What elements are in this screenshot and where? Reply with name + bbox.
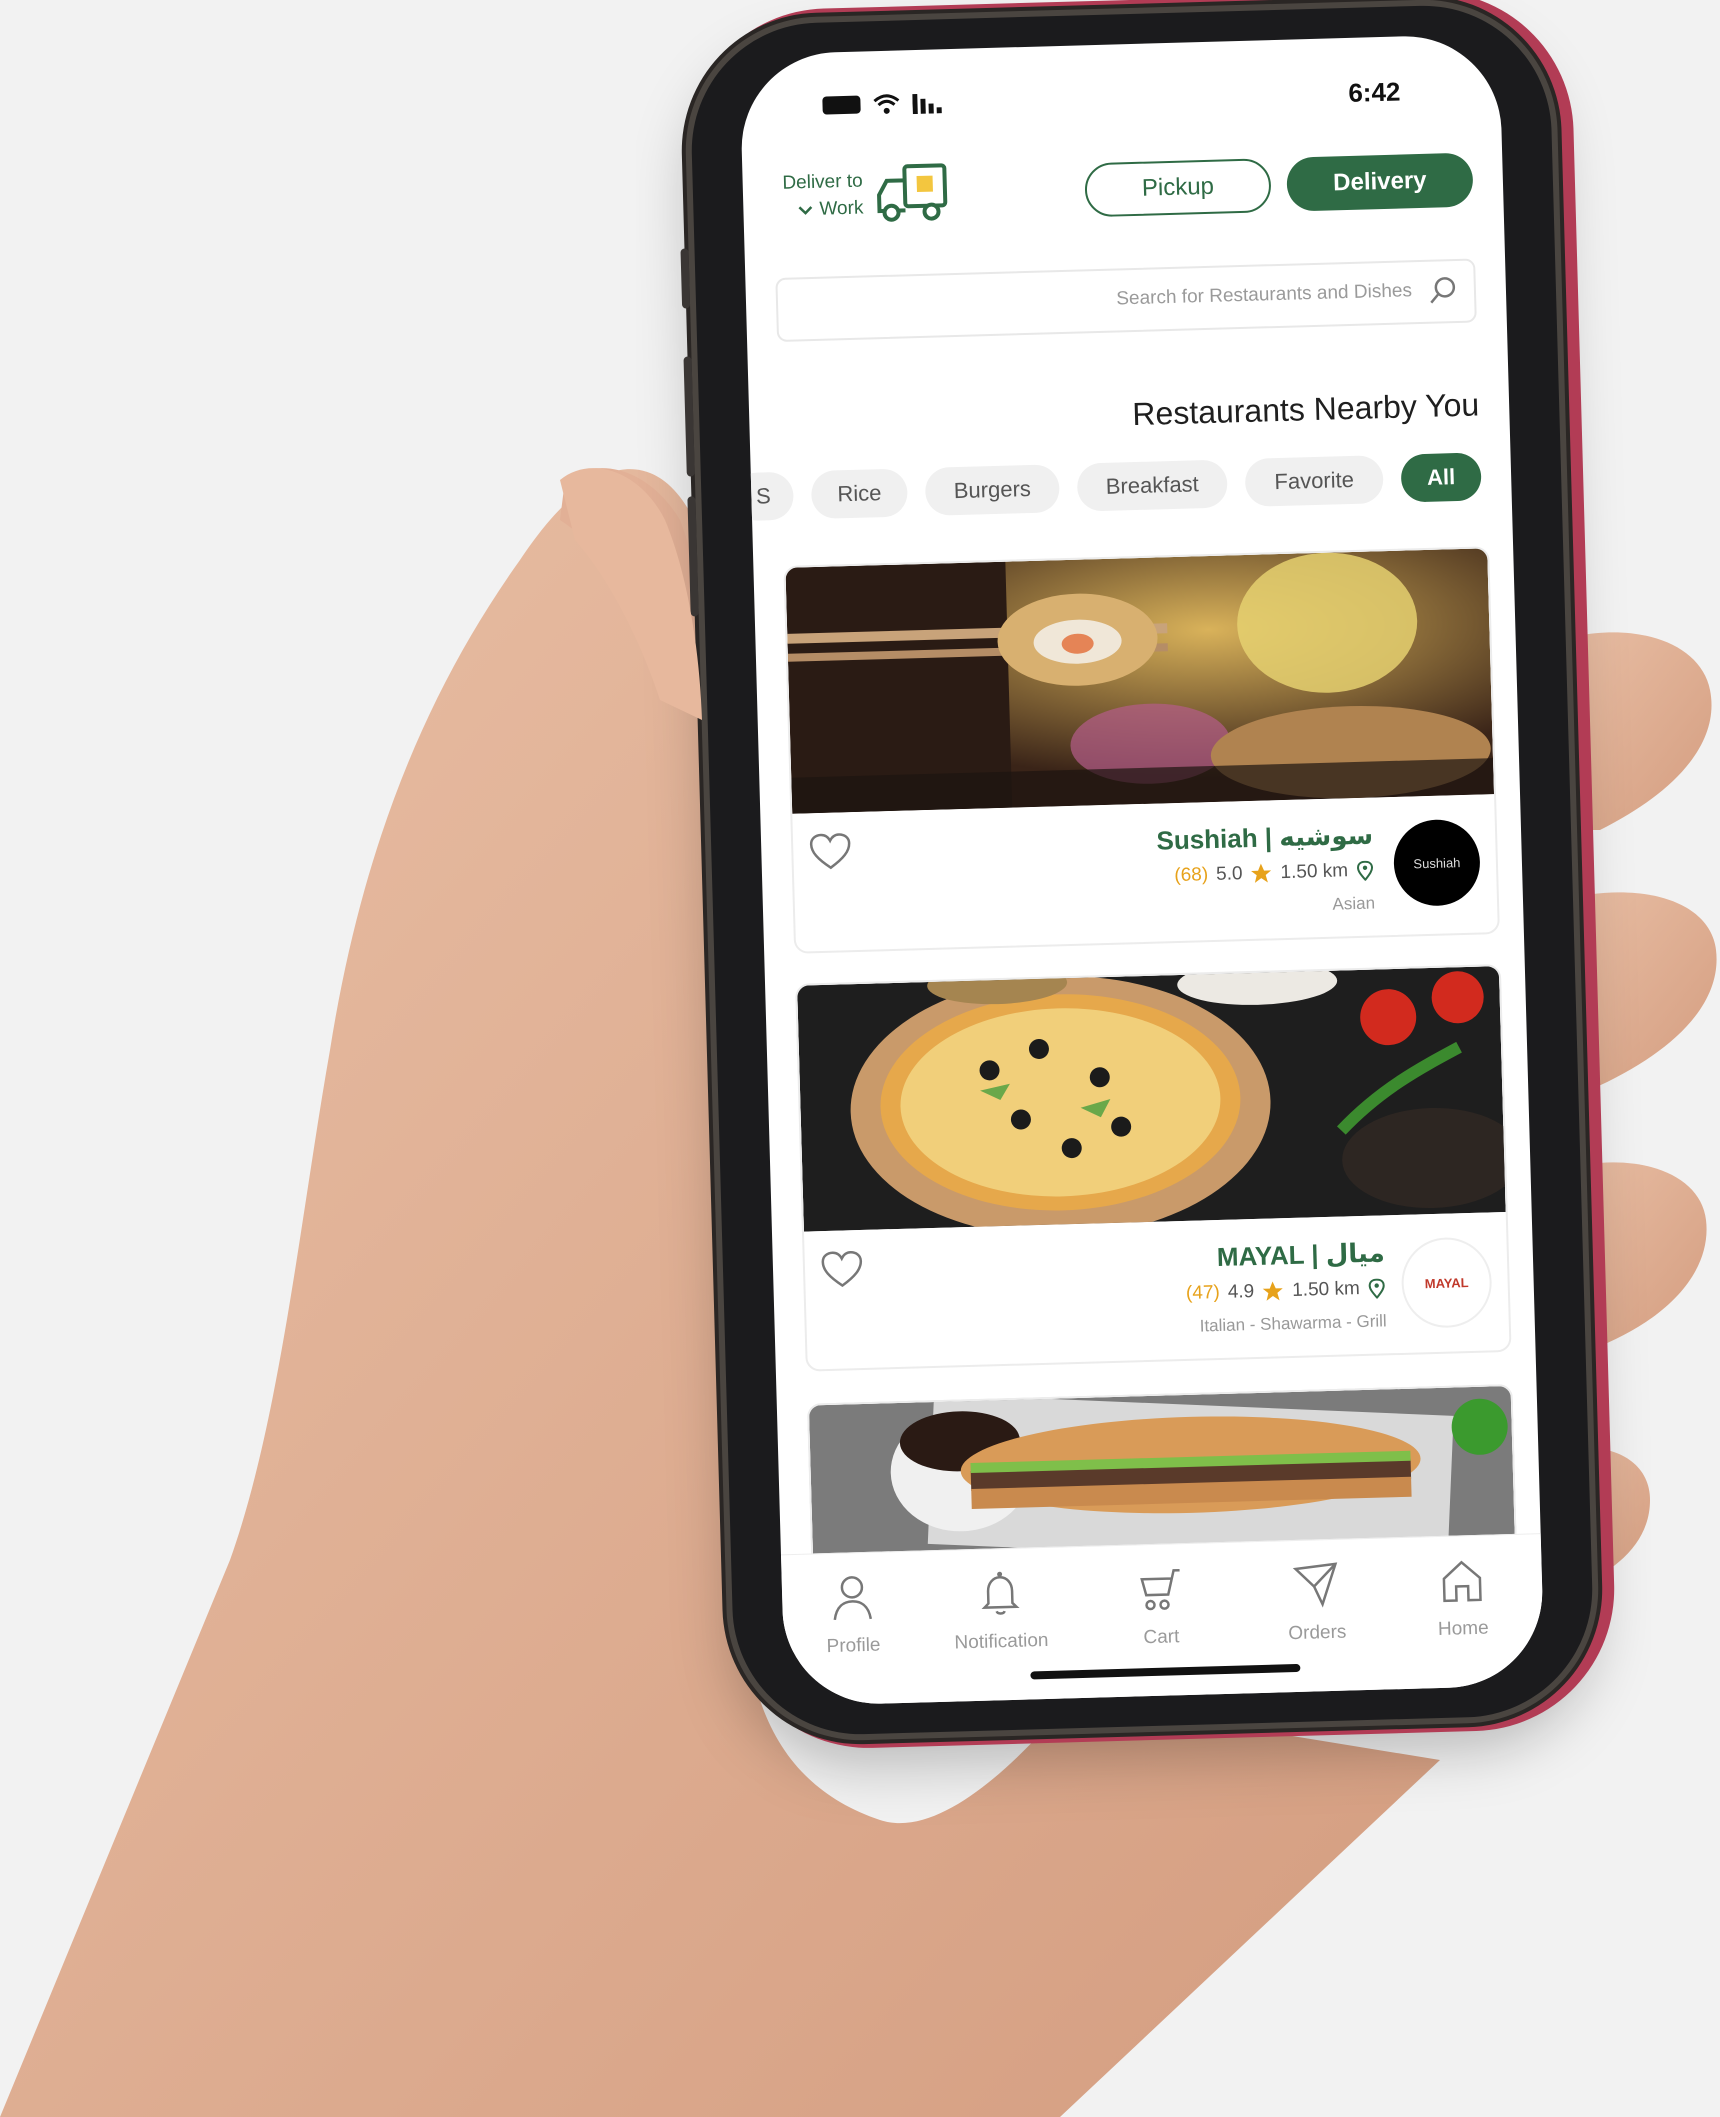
chip-all[interactable]: All bbox=[1400, 452, 1482, 503]
restaurant-logo: Sushiah bbox=[1392, 818, 1482, 907]
chip-rice[interactable]: Rice bbox=[810, 468, 909, 520]
restaurant-photo-sushi bbox=[785, 548, 1495, 814]
profile-icon bbox=[833, 1576, 873, 1621]
restaurant-meta: (47) 4.9 1.50 km bbox=[1186, 1277, 1386, 1305]
tab-home-label: Home bbox=[1437, 1617, 1489, 1641]
cart-icon bbox=[1140, 1568, 1180, 1611]
clock: 6:42 bbox=[1347, 76, 1401, 108]
restaurant-meta: (68) 5.0 1.50 km bbox=[1174, 860, 1374, 888]
deliver-to-label: Deliver to bbox=[782, 170, 863, 194]
tab-home[interactable]: Home bbox=[1401, 1555, 1523, 1642]
status-bar: 6:42 bbox=[740, 72, 1501, 133]
search-input[interactable]: Search for Restaurants and Dishes bbox=[775, 258, 1477, 342]
restaurant-card[interactable]: MAYAL MAYAL | ميال (47) 4.9 1.50 km Ital… bbox=[795, 964, 1512, 1372]
tab-orders-label: Orders bbox=[1288, 1621, 1347, 1645]
restaurant-photo-pizza bbox=[797, 966, 1506, 1232]
status-icons bbox=[822, 91, 943, 116]
tab-cart[interactable]: Cart bbox=[1099, 1563, 1221, 1650]
deliver-to-selector[interactable]: Deliver to Work bbox=[772, 168, 864, 224]
review-count: (68) bbox=[1174, 864, 1209, 887]
battery-icon bbox=[822, 95, 861, 115]
tab-profile[interactable]: Profile bbox=[792, 1572, 914, 1659]
app-screen: 6:42 Deliver to Work Pickup Delivery Sea… bbox=[739, 33, 1545, 1707]
favorite-heart-icon[interactable] bbox=[809, 832, 852, 871]
chip-more[interactable]: S bbox=[739, 471, 795, 522]
star-icon bbox=[1263, 1281, 1284, 1301]
wifi-icon bbox=[873, 94, 900, 114]
chip-favorite[interactable]: Favorite bbox=[1244, 455, 1384, 507]
search-icon bbox=[1430, 277, 1456, 304]
tab-notification[interactable]: Notification bbox=[929, 1567, 1071, 1655]
signal-icon bbox=[912, 93, 942, 115]
restaurant-logo-text: MAYAL bbox=[1424, 1274, 1469, 1291]
cuisine-tags: Italian - Shawarma - Grill bbox=[1199, 1311, 1387, 1336]
distance: 1.50 km bbox=[1280, 860, 1349, 884]
tab-orders[interactable]: Orders bbox=[1255, 1559, 1377, 1646]
rating-value: 5.0 bbox=[1215, 863, 1243, 885]
tab-cart-label: Cart bbox=[1143, 1626, 1180, 1649]
chip-breakfast[interactable]: Breakfast bbox=[1076, 459, 1228, 512]
delivery-truck-icon bbox=[877, 163, 948, 222]
section-title: Restaurants Nearby You bbox=[1131, 386, 1480, 433]
home-icon bbox=[1442, 1560, 1482, 1603]
favorite-heart-icon[interactable] bbox=[821, 1250, 864, 1289]
phone-frame: 6:42 Deliver to Work Pickup Delivery Sea… bbox=[680, 2, 1596, 1738]
search-placeholder: Search for Restaurants and Dishes bbox=[1116, 280, 1413, 310]
bell-icon bbox=[981, 1571, 1020, 1615]
location-pin-icon bbox=[1357, 860, 1374, 882]
order-mode-row: Deliver to Work Pickup Delivery bbox=[772, 152, 1474, 229]
orders-icon bbox=[1292, 1562, 1338, 1608]
deliver-to-value: Work bbox=[819, 197, 864, 220]
restaurant-card-body: MAYAL MAYAL | ميال (47) 4.9 1.50 km Ital… bbox=[804, 1212, 1509, 1362]
pickup-button[interactable]: Pickup bbox=[1084, 158, 1272, 218]
tab-profile-label: Profile bbox=[826, 1634, 881, 1658]
restaurant-card[interactable]: Sushiah Sushiah | سوشيه (68) 5.0 1.50 km… bbox=[783, 546, 1500, 954]
category-chips: All Favorite Breakfast Burgers Rice S bbox=[739, 452, 1482, 522]
restaurant-name: MAYAL | ميال bbox=[1216, 1237, 1386, 1273]
delivery-button[interactable]: Delivery bbox=[1286, 152, 1474, 212]
chip-burgers[interactable]: Burgers bbox=[924, 464, 1060, 516]
chevron-down-icon bbox=[798, 205, 813, 215]
cuisine-tags: Asian bbox=[1332, 893, 1376, 914]
review-count: (47) bbox=[1185, 1281, 1221, 1304]
restaurant-logo: MAYAL bbox=[1400, 1236, 1493, 1329]
distance: 1.50 km bbox=[1291, 1278, 1361, 1301]
restaurant-card-body: Sushiah Sushiah | سوشيه (68) 5.0 1.50 km… bbox=[792, 794, 1497, 944]
star-icon bbox=[1251, 863, 1272, 883]
restaurant-logo-text: Sushiah bbox=[1413, 854, 1461, 871]
bottom-tab-bar: Home Orders Cart Notification Profile bbox=[780, 1533, 1545, 1707]
mute-switch bbox=[680, 248, 691, 309]
rating-value: 4.9 bbox=[1227, 1281, 1255, 1303]
location-pin-icon bbox=[1368, 1278, 1385, 1299]
restaurant-name: Sushiah | سوشيه bbox=[1156, 819, 1374, 856]
tab-notification-label: Notification bbox=[954, 1629, 1049, 1654]
